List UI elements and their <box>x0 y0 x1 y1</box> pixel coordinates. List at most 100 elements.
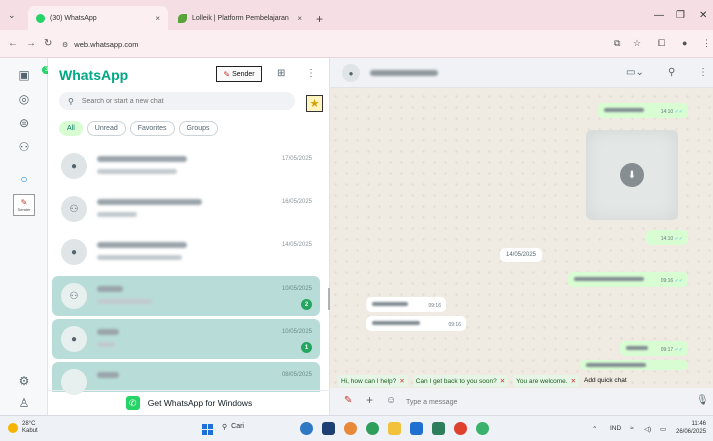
attach-plus-icon[interactable]: + <box>366 393 373 407</box>
message-time: 14:10 ✓✓ <box>660 236 683 242</box>
add-quick-chat-button[interactable]: Add quick chat <box>584 375 627 387</box>
chat-row[interactable]: ● 10/05/2025 1 <box>52 319 320 359</box>
tab-whatsapp[interactable]: (30) WhatsApp × <box>28 6 168 30</box>
close-tab-icon[interactable]: × <box>297 14 302 23</box>
communities-icon[interactable]: ⚇ <box>14 138 34 156</box>
filter-all[interactable]: All <box>59 121 83 136</box>
message-bubble-out[interactable]: 14:10 ✓✓ <box>598 103 688 118</box>
chat-time: 14/05/2025 <box>281 242 312 248</box>
video-call-icon[interactable]: ▭⌄ <box>626 67 644 78</box>
taskbar-app-icon[interactable] <box>454 422 467 435</box>
filter-groups[interactable]: Groups <box>178 121 218 136</box>
site-info-icon[interactable]: ⚙ <box>62 41 68 49</box>
taskbar-search[interactable]: ⚲ Cari <box>222 423 244 431</box>
message-input[interactable] <box>406 394 676 410</box>
weather-widget[interactable]: 28°C Kabut <box>8 421 38 435</box>
sender-pen-icon[interactable]: ✎ <box>344 395 352 406</box>
profile-icon[interactable]: ● <box>682 38 687 48</box>
message-bubble-out[interactable]: 09:17 ✓✓ <box>620 341 688 356</box>
group-icon: ⚇ <box>61 283 87 309</box>
message-bubble-in[interactable]: 09:16 <box>366 316 466 331</box>
maximize-icon[interactable]: ❐ <box>676 10 685 21</box>
battery-icon[interactable]: ▭ <box>660 425 666 433</box>
browser-menu-icon[interactable]: ⋮ <box>702 38 711 49</box>
taskbar-app-icon[interactable] <box>322 422 335 435</box>
settings-icon[interactable]: ⚙ <box>14 372 34 390</box>
chat-row[interactable]: 08/05/2025 <box>52 362 320 395</box>
pen-icon: ✎ <box>223 69 231 79</box>
close-tab-icon[interactable]: × <box>155 14 160 23</box>
chat-row[interactable]: ⚇ 10/05/2025 2 <box>52 276 320 316</box>
quick-reply-chip[interactable]: You are welcome. ✕ <box>513 375 580 387</box>
close-window-icon[interactable]: ✕ <box>699 10 707 21</box>
forward-icon[interactable]: → <box>26 38 36 49</box>
chrome-icon[interactable] <box>366 422 379 435</box>
quick-replies-bar: Hi, how can I help? ✕ Can I get back to y… <box>338 375 627 387</box>
extensions-icon[interactable]: ⧠ <box>658 38 665 49</box>
message-text-redacted <box>604 108 644 112</box>
url-field[interactable]: ⚙ web.whatsapp.com <box>62 36 582 53</box>
get-whatsapp-banner[interactable]: ✆ Get WhatsApp for Windows <box>48 390 330 415</box>
chat-row[interactable]: ⚇ 16/05/2025 <box>52 189 320 229</box>
menu-icon[interactable]: ⋮ <box>698 67 708 78</box>
microphone-icon[interactable]: 🎙︎ <box>696 395 709 406</box>
tab-platform[interactable]: Lolleik | Platform Pembelajaran × <box>170 6 310 30</box>
menu-icon[interactable]: ⋮ <box>306 68 316 79</box>
new-tab-button[interactable]: + <box>316 12 323 26</box>
meta-ai-icon[interactable]: ○ <box>14 170 34 188</box>
chats-icon[interactable]: ▣ 30 <box>14 66 55 84</box>
channels-icon[interactable]: ⊜ <box>14 114 34 132</box>
tray-chevron-icon[interactable]: ⌃ <box>592 425 597 433</box>
minimize-icon[interactable]: — <box>654 10 664 21</box>
reload-icon[interactable]: ↻ <box>44 38 52 49</box>
status-icon[interactable]: ◎ <box>14 90 34 108</box>
wifi-icon[interactable]: ≈ <box>630 425 634 432</box>
search-input[interactable] <box>81 97 282 105</box>
os-taskbar: 28°C Kabut ⚲ Cari ⌃ IND ≈ ◁) ▭ 11:46 26/0… <box>0 415 713 441</box>
tab-search-icon[interactable]: ⌄ <box>8 10 16 21</box>
file-explorer-icon[interactable] <box>388 422 401 435</box>
start-button-icon[interactable] <box>202 424 213 435</box>
system-clock[interactable]: 11:46 26/06/2025 <box>676 420 706 436</box>
new-chat-icon[interactable]: ⊞ <box>277 68 285 79</box>
taskbar-app-icon[interactable] <box>476 422 489 435</box>
sender-button[interactable]: ✎ Sender <box>216 66 262 82</box>
leaf-favicon-icon <box>178 13 187 23</box>
message-bubble-in[interactable]: 09:16 <box>366 297 446 312</box>
remove-icon: ✕ <box>499 378 506 385</box>
chat-row[interactable]: ● 14/05/2025 <box>52 232 320 272</box>
filter-favorites[interactable]: Favorites <box>129 121 175 136</box>
mail-icon[interactable] <box>410 422 423 435</box>
task-view-icon[interactable] <box>300 422 313 435</box>
download-icon[interactable]: ⬇ <box>620 163 644 187</box>
search-bar[interactable]: ⚲ <box>59 92 295 110</box>
search-icon[interactable]: ⚲ <box>668 67 675 78</box>
conversation-header[interactable]: ● ▭⌄ ⚲ ⋮ <box>330 58 713 88</box>
address-bar: ← → ↻ ⚙ web.whatsapp.com ⧉ ☆ ⧠ ● ⋮ <box>0 30 713 58</box>
volume-icon[interactable]: ◁) <box>644 425 651 433</box>
unread-count-badge: 2 <box>301 299 312 310</box>
filter-unread[interactable]: Unread <box>86 121 126 136</box>
language-indicator[interactable]: IND <box>610 425 621 432</box>
sticker-icon[interactable]: ☺ <box>386 395 396 406</box>
sender-extension-button[interactable]: ✎ Sender <box>13 194 35 216</box>
message-bubble-out[interactable]: 09:16 ✓✓ <box>568 272 688 287</box>
taskbar-app-icon[interactable] <box>344 422 357 435</box>
quick-reply-chip[interactable]: Can I get back to you soon? ✕ <box>412 375 509 387</box>
composer: ✎ + ☺ 🎙︎ <box>330 388 713 415</box>
chat-time: 08/05/2025 <box>281 372 312 378</box>
message-bubble-out[interactable] <box>580 360 688 370</box>
message-bubble-out[interactable]: 14:10 ✓✓ <box>646 230 688 245</box>
person-icon: ● <box>61 239 87 265</box>
chat-row[interactable]: ● 17/05/2025 <box>52 146 320 186</box>
taskbar-search-label: Cari <box>231 423 244 430</box>
taskbar-app-icon[interactable] <box>432 422 445 435</box>
back-icon[interactable]: ← <box>8 38 18 49</box>
install-app-icon[interactable]: ⧉ <box>614 38 620 49</box>
favorites-star-button[interactable]: ★ <box>306 95 323 112</box>
quick-reply-chip[interactable]: Hi, how can I help? ✕ <box>338 375 408 387</box>
app-rail: ▣ 30 ◎ ⊜ ⚇ ○ ✎ Sender ⚙ ♙ <box>0 58 55 415</box>
profile-icon[interactable]: ♙ <box>14 394 34 412</box>
bookmark-star-icon[interactable]: ☆ <box>633 38 641 49</box>
media-message[interactable]: ⬇ <box>586 130 678 220</box>
